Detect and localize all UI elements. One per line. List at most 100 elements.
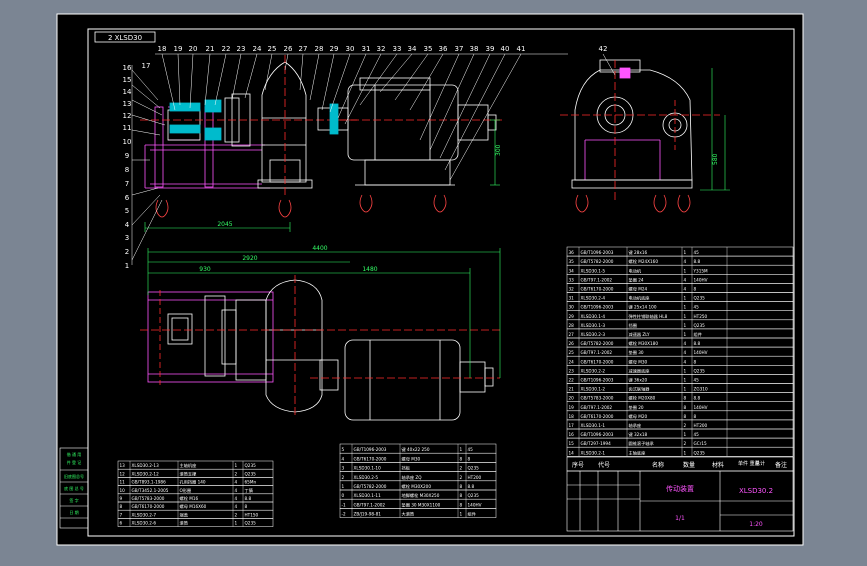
- table-cell-mat: 组件: [468, 511, 476, 518]
- table-cell-qty: 1: [684, 368, 687, 373]
- table-cell-mat: HT250: [694, 314, 708, 319]
- callout-7: 7: [125, 180, 129, 188]
- table-cell-no: 1: [342, 484, 345, 489]
- table-cell-qty: 1: [460, 512, 463, 517]
- table-cell-code: GB/T893.1-1986: [132, 480, 167, 485]
- callout-12: 12: [123, 112, 132, 120]
- callout-23: 23: [237, 45, 246, 53]
- table-cell-mat: 140HV: [694, 350, 708, 355]
- table-cell-qty: 8: [460, 456, 463, 461]
- callout-10: 10: [123, 138, 132, 146]
- table-cell-qty: 2: [684, 441, 687, 446]
- table-cell-mat: Q235: [694, 323, 706, 328]
- table-cell-qty: 8: [460, 484, 463, 489]
- table-cell-code: GB/T6170-2000: [132, 504, 165, 509]
- callout-34: 34: [408, 45, 417, 53]
- cad-viewport[interactable]: 2 XLSD30 2045 300 18 19 20 21 22 23 24 2…: [0, 0, 867, 562]
- table-row: 12 XLSD30.2-12 滚筒支撑 2 Q235: [117, 468, 274, 478]
- table-cell-mat: Q235: [245, 463, 257, 468]
- table-cell-mat: 8.8: [694, 341, 701, 346]
- scale-text: 1:20: [749, 521, 763, 528]
- svg-text:件 登 记: 件 登 记: [67, 459, 82, 465]
- svg-text:借 通 用: 借 通 用: [67, 451, 82, 457]
- table-cell-no: 26: [569, 341, 575, 346]
- table-cell-mat: 8: [694, 359, 697, 364]
- callout-3: 3: [125, 234, 129, 242]
- table-cell-code: XLSD30.1-5: [581, 268, 606, 273]
- table-cell-mat: Q235: [245, 521, 257, 526]
- callout-21: 21: [206, 45, 215, 53]
- table-cell-mat: 组件: [694, 331, 702, 338]
- table-cell-mat: 8: [694, 414, 697, 419]
- table-cell-name: 挡板: [402, 465, 411, 472]
- table-cell-mat: 140HV: [694, 405, 708, 410]
- table-cell-mat: 8.8: [694, 396, 701, 401]
- table-cell-code: XLSD30.1-4: [581, 314, 606, 319]
- table-cell-code: XLSD30.2-4: [581, 296, 606, 301]
- table-cell-mat: 8.8: [468, 484, 475, 489]
- table-cell-qty: 8: [460, 502, 463, 507]
- table-cell-name: 螺母 M16X60: [180, 503, 207, 510]
- svg-text:旧底图总号: 旧底图总号: [64, 473, 84, 479]
- table-cell-code: GB/T97.1-2002: [354, 502, 386, 507]
- table-cell-qty: 1: [460, 447, 463, 452]
- callout-22: 22: [222, 45, 231, 53]
- table-cell-qty: 4: [684, 259, 687, 264]
- table-cell-mat: HT200: [468, 475, 482, 480]
- table-cell-qty: 2: [235, 512, 238, 517]
- table-cell-mat: 8: [245, 504, 248, 509]
- table-cell-name: 电动机底座: [629, 295, 650, 302]
- header-code: 代号: [598, 461, 610, 469]
- callout-1: 1: [125, 262, 129, 270]
- table-cell-qty: 1: [684, 332, 687, 337]
- callout-32: 32: [377, 45, 386, 53]
- dim-motor-span: 1480: [362, 266, 377, 273]
- header-qty: 数量: [683, 461, 695, 469]
- svg-text:签 字: 签 字: [69, 497, 78, 503]
- table-cell-mat: HT200: [694, 423, 708, 428]
- table-cell-mat: 8.8: [245, 496, 252, 501]
- table-cell-mat: ZG310: [694, 387, 708, 392]
- callout-35: 35: [424, 45, 433, 53]
- table-cell-no: 36: [569, 250, 575, 255]
- table-cell-no: 0: [342, 493, 345, 498]
- table-cell-no: 6: [120, 521, 123, 526]
- dim-left-span: 2920: [242, 255, 257, 262]
- callout-39: 39: [486, 45, 495, 53]
- table-cell-name: 大滚筒: [402, 511, 415, 518]
- table-cell-no: 25: [569, 350, 575, 355]
- table-row: 9 GB/T5783-2000 螺栓 M16 4 8.8: [117, 493, 274, 503]
- table-cell-mat: 丁腈: [245, 487, 254, 494]
- table-cell-name: 端盖: [180, 511, 188, 518]
- table-cell-qty: 8: [460, 493, 463, 498]
- drawing-no-text: XLSD30.2: [739, 487, 773, 495]
- table-cell-code: GB/T97.1-2002: [581, 405, 613, 410]
- dim-right-height: 300: [495, 144, 502, 156]
- table-cell-code: XLSD30.1-10: [354, 466, 382, 471]
- table-cell-code: GB/T6170-2000: [581, 414, 614, 419]
- table-cell-name: 螺母 M20: [629, 413, 648, 420]
- callout-29: 29: [330, 45, 339, 53]
- table-cell-code: GB/T5782-2000: [581, 341, 614, 346]
- table-cell-mat: Q235: [245, 471, 257, 476]
- table-cell-mat: 45: [694, 250, 700, 255]
- table-cell-qty: 1: [684, 387, 687, 392]
- table-cell-no: 29: [569, 314, 575, 319]
- table-cell-code: GB/T5783-2000: [132, 496, 165, 501]
- table-cell-code: GB/T6170-2000: [581, 287, 614, 292]
- table-cell-name: 弹性柱销联轴器 HL8: [629, 313, 668, 320]
- table-cell-name: 滚筒: [180, 520, 188, 527]
- table-cell-qty: 4: [684, 287, 687, 292]
- table-cell-mat: 8.8: [694, 259, 701, 264]
- table-cell-qty: 1: [684, 250, 687, 255]
- table-cell-code: XLSD30.1-1: [581, 423, 606, 428]
- cad-drawing[interactable]: 2 XLSD30 2045 300 18 19 20 21 22 23 24 2…: [0, 0, 867, 562]
- table-cell-qty: 1: [684, 432, 687, 437]
- table-cell-mat: 45: [468, 447, 474, 452]
- table-cell-qty: 4: [684, 350, 687, 355]
- table-cell-mat: Q235: [468, 466, 480, 471]
- header-remark: 备注: [775, 461, 787, 469]
- table-cell-name: 螺栓 M16: [180, 495, 199, 502]
- table-cell-code: GB/T297-1994: [581, 441, 612, 446]
- table-cell-mat: 45: [694, 378, 700, 383]
